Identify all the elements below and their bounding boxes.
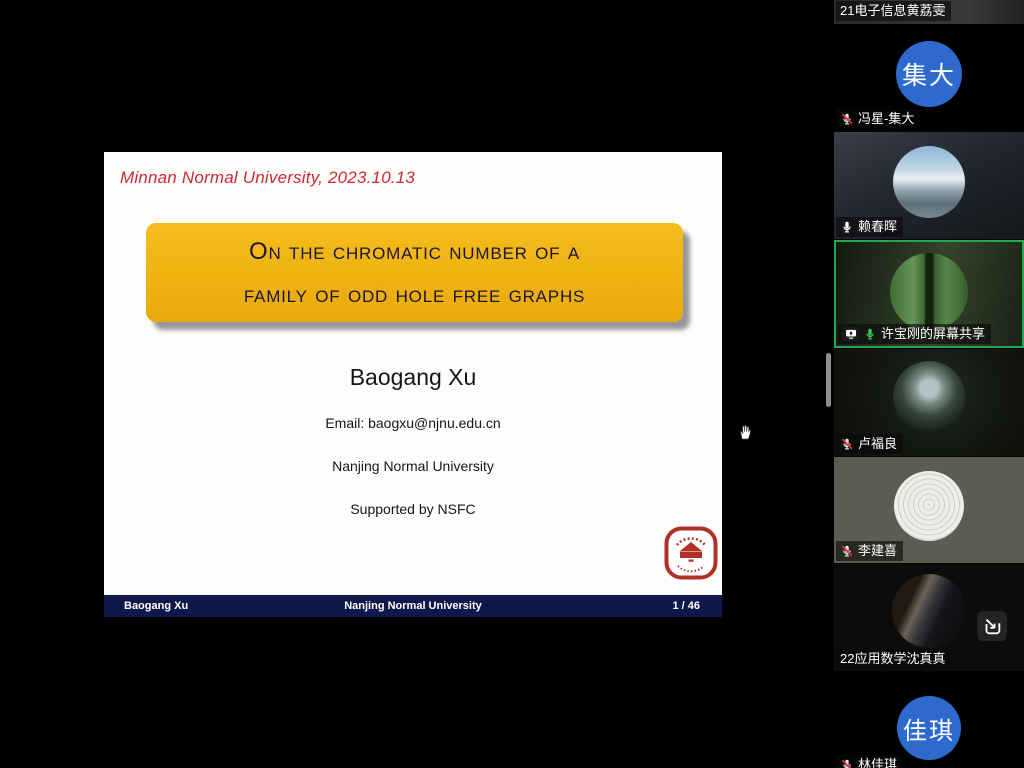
participant-tile[interactable]: 赖春晖	[834, 132, 1024, 239]
affiliation: Nanjing Normal University	[104, 458, 722, 474]
participant-tile[interactable]: 21电子信息黄荔雯	[834, 0, 1024, 24]
mic-active-icon	[863, 327, 877, 341]
participant-tile[interactable]: 集大 冯星-集大	[834, 25, 1024, 131]
participant-tile-active-speaker[interactable]: 许宝刚的屏幕共享	[834, 240, 1024, 348]
shared-slide: Minnan Normal University, 2023.10.13 On …	[104, 152, 722, 617]
title-line-1: On the chromatic number of a	[249, 230, 580, 273]
author-email: Email: baogxu@njnu.edu.cn	[104, 415, 722, 431]
title-line-2: family of odd hole free graphs	[244, 273, 585, 316]
participant-tile[interactable]: 22应用数学沈真真	[834, 564, 1024, 671]
avatar	[892, 574, 966, 648]
footer-affiliation: Nanjing Normal University	[104, 600, 722, 612]
participant-name: 卢福良	[858, 436, 897, 452]
participant-name: 许宝刚的屏幕共享	[881, 326, 985, 342]
screen-share-icon	[842, 327, 859, 341]
participant-name-label: 卢福良	[836, 434, 903, 454]
university-seal-icon	[664, 526, 718, 580]
mic-on-icon	[840, 220, 854, 234]
avatar: 佳琪	[897, 696, 961, 760]
pop-out-icon[interactable]	[977, 611, 1007, 641]
avatar	[890, 253, 968, 331]
avatar	[893, 361, 965, 433]
participant-name: 22应用数学沈真真	[840, 651, 945, 667]
participant-name: 林佳琪	[858, 757, 897, 768]
participant-name: 冯星-集大	[858, 111, 914, 127]
participant-tile[interactable]: 卢福良	[834, 349, 1024, 456]
mic-muted-icon	[840, 112, 854, 126]
mic-muted-icon	[840, 544, 854, 558]
avatar	[893, 146, 965, 218]
title-banner: On the chromatic number of a family of o…	[146, 223, 683, 322]
participants-panel: 21电子信息黄荔雯 集大 冯星-集大	[834, 0, 1024, 768]
avatar	[894, 471, 964, 541]
avatar-initials: 佳琪	[903, 711, 955, 746]
participant-name-label: 许宝刚的屏幕共享	[838, 324, 991, 344]
footer-page-number: 1 / 46	[672, 600, 700, 612]
participant-tile[interactable]: 李建喜	[834, 457, 1024, 563]
hand-cursor-icon	[736, 422, 754, 442]
mic-muted-icon	[840, 437, 854, 451]
venue-line: Minnan Normal University, 2023.10.13	[120, 168, 415, 188]
participant-tile[interactable]: 佳琪 林佳琪	[834, 672, 1024, 768]
participant-name-label: 李建喜	[836, 541, 903, 561]
avatar-initials: 集大	[902, 56, 956, 92]
panel-scrollbar-thumb[interactable]	[826, 353, 831, 407]
participant-name: 赖春晖	[858, 219, 897, 235]
participant-name-label: 21电子信息黄荔雯	[836, 1, 951, 21]
participant-name-label: 冯星-集大	[836, 109, 920, 129]
slide-footer-bar: Baogang Xu Nanjing Normal University 1 /…	[104, 595, 722, 617]
participant-name: 21电子信息黄荔雯	[840, 3, 945, 19]
author-name: Baogang Xu	[104, 364, 722, 391]
participant-name: 李建喜	[858, 543, 897, 559]
participant-name-label: 22应用数学沈真真	[836, 649, 951, 669]
participant-name-label: 赖春晖	[836, 217, 903, 237]
funding-line: Supported by NSFC	[104, 501, 722, 517]
participant-name-label: 林佳琪	[836, 755, 903, 768]
mic-muted-icon	[840, 758, 854, 768]
avatar: 集大	[896, 41, 962, 107]
